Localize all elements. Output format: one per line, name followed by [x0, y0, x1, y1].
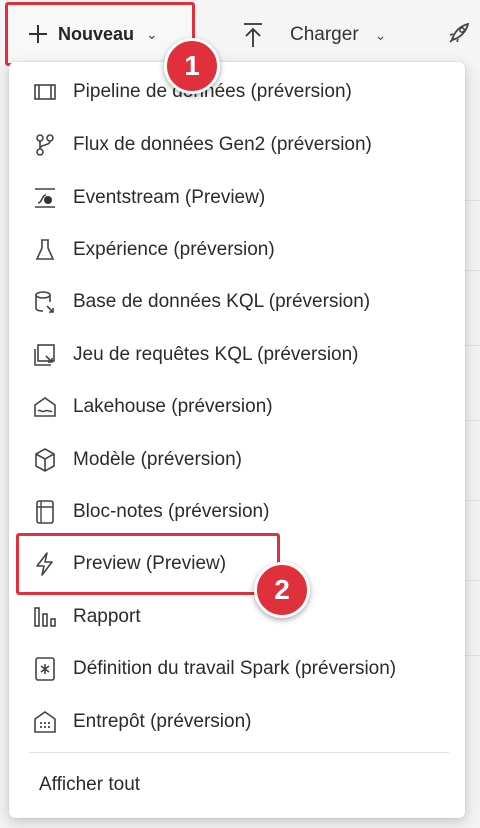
dataflow-icon — [29, 129, 61, 161]
menu-item-label: Modèle (préversion) — [73, 449, 242, 470]
menu-item-lakehouse[interactable]: Lakehouse (préversion) — [9, 385, 465, 429]
notebook-icon — [29, 496, 61, 528]
lakehouse-icon — [29, 391, 61, 423]
step-badge-1: 1 — [164, 38, 220, 94]
new-button-label: Nouveau — [58, 23, 135, 44]
menu-item-kql-queryset[interactable]: Jeu de requêtes KQL (préversion) — [9, 333, 465, 377]
menu-item-notebook[interactable]: Bloc-notes (préversion) — [9, 490, 465, 534]
menu-item-pipeline[interactable]: Pipeline de données (préversion) — [9, 70, 465, 114]
flask-icon — [29, 234, 61, 266]
lightning-icon — [29, 548, 61, 580]
chevron-down-icon: ⌄ — [374, 26, 387, 43]
menu-item-eventstream[interactable]: Eventstream (Preview) — [9, 176, 465, 220]
menu-item-kql-database[interactable]: Base de données KQL (préversion) — [9, 280, 465, 324]
step-badge-2: 2 — [254, 562, 310, 618]
plus-icon — [29, 25, 47, 43]
kql-queryset-icon — [29, 339, 61, 371]
warehouse-icon — [29, 706, 61, 738]
menu-item-preview[interactable]: Preview (Preview) — [9, 542, 465, 586]
menu-divider — [29, 752, 449, 753]
menu-item-dataflow[interactable]: Flux de données Gen2 (préversion) — [9, 123, 465, 167]
menu-item-label: Flux de données Gen2 (préversion) — [73, 134, 372, 155]
pipeline-icon — [29, 76, 61, 108]
rocket-icon[interactable] — [446, 20, 472, 51]
menu-item-report[interactable]: Rapport — [9, 595, 465, 639]
menu-item-experience[interactable]: Expérience (préversion) — [9, 228, 465, 272]
menu-item-label: Jeu de requêtes KQL (préversion) — [73, 344, 359, 365]
kql-database-icon — [29, 286, 61, 318]
menu-item-spark-job[interactable]: Définition du travail Spark (préversion) — [9, 647, 465, 691]
menu-item-label: Définition du travail Spark (préversion) — [73, 658, 397, 679]
model-cube-icon — [29, 444, 61, 476]
toolbar: Nouveau ⌄ Charger ⌄ — [0, 0, 480, 68]
menu-item-label: Entrepôt (préversion) — [73, 711, 252, 732]
menu-item-model[interactable]: Modèle (préversion) — [9, 438, 465, 482]
eventstream-icon — [29, 182, 61, 214]
menu-item-warehouse[interactable]: Entrepôt (préversion) — [9, 700, 465, 744]
menu-item-label: Base de données KQL (préversion) — [73, 291, 371, 312]
menu-item-label: Expérience (préversion) — [73, 239, 275, 260]
menu-item-label: Rapport — [73, 606, 141, 627]
upload-icon — [244, 23, 262, 47]
menu-item-label: Eventstream (Preview) — [73, 187, 266, 208]
upload-button-label: Charger — [290, 24, 359, 45]
new-item-menu: Pipeline de données (préversion) Flux de… — [9, 62, 465, 818]
show-all-link[interactable]: Afficher tout — [39, 774, 140, 796]
menu-item-label: Preview (Preview) — [73, 553, 227, 574]
menu-item-label: Bloc-notes (préversion) — [73, 501, 270, 522]
report-bars-icon — [29, 601, 61, 633]
chevron-down-icon: ⌄ — [146, 25, 158, 42]
menu-item-label: Lakehouse (préversion) — [73, 396, 273, 417]
upload-button[interactable]: Charger ⌄ — [242, 14, 386, 56]
spark-job-icon — [29, 653, 61, 685]
